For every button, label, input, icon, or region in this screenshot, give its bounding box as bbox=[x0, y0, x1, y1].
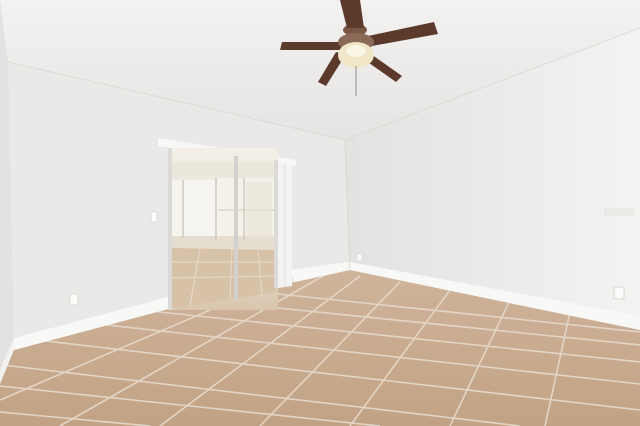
wall-outlet-left bbox=[69, 293, 79, 306]
sunroom bbox=[171, 162, 277, 308]
fan-blade-left bbox=[280, 42, 342, 50]
light-switch bbox=[150, 211, 158, 223]
door-center-stile bbox=[234, 156, 238, 300]
room-photo-svg bbox=[0, 0, 640, 426]
wall-outlet-back bbox=[356, 253, 363, 262]
door-frame-right bbox=[274, 160, 278, 288]
door-frame-left bbox=[168, 148, 172, 310]
wall-fixture bbox=[604, 208, 634, 216]
empty-room-photo bbox=[0, 0, 640, 426]
wall-outlet-right bbox=[613, 286, 625, 300]
